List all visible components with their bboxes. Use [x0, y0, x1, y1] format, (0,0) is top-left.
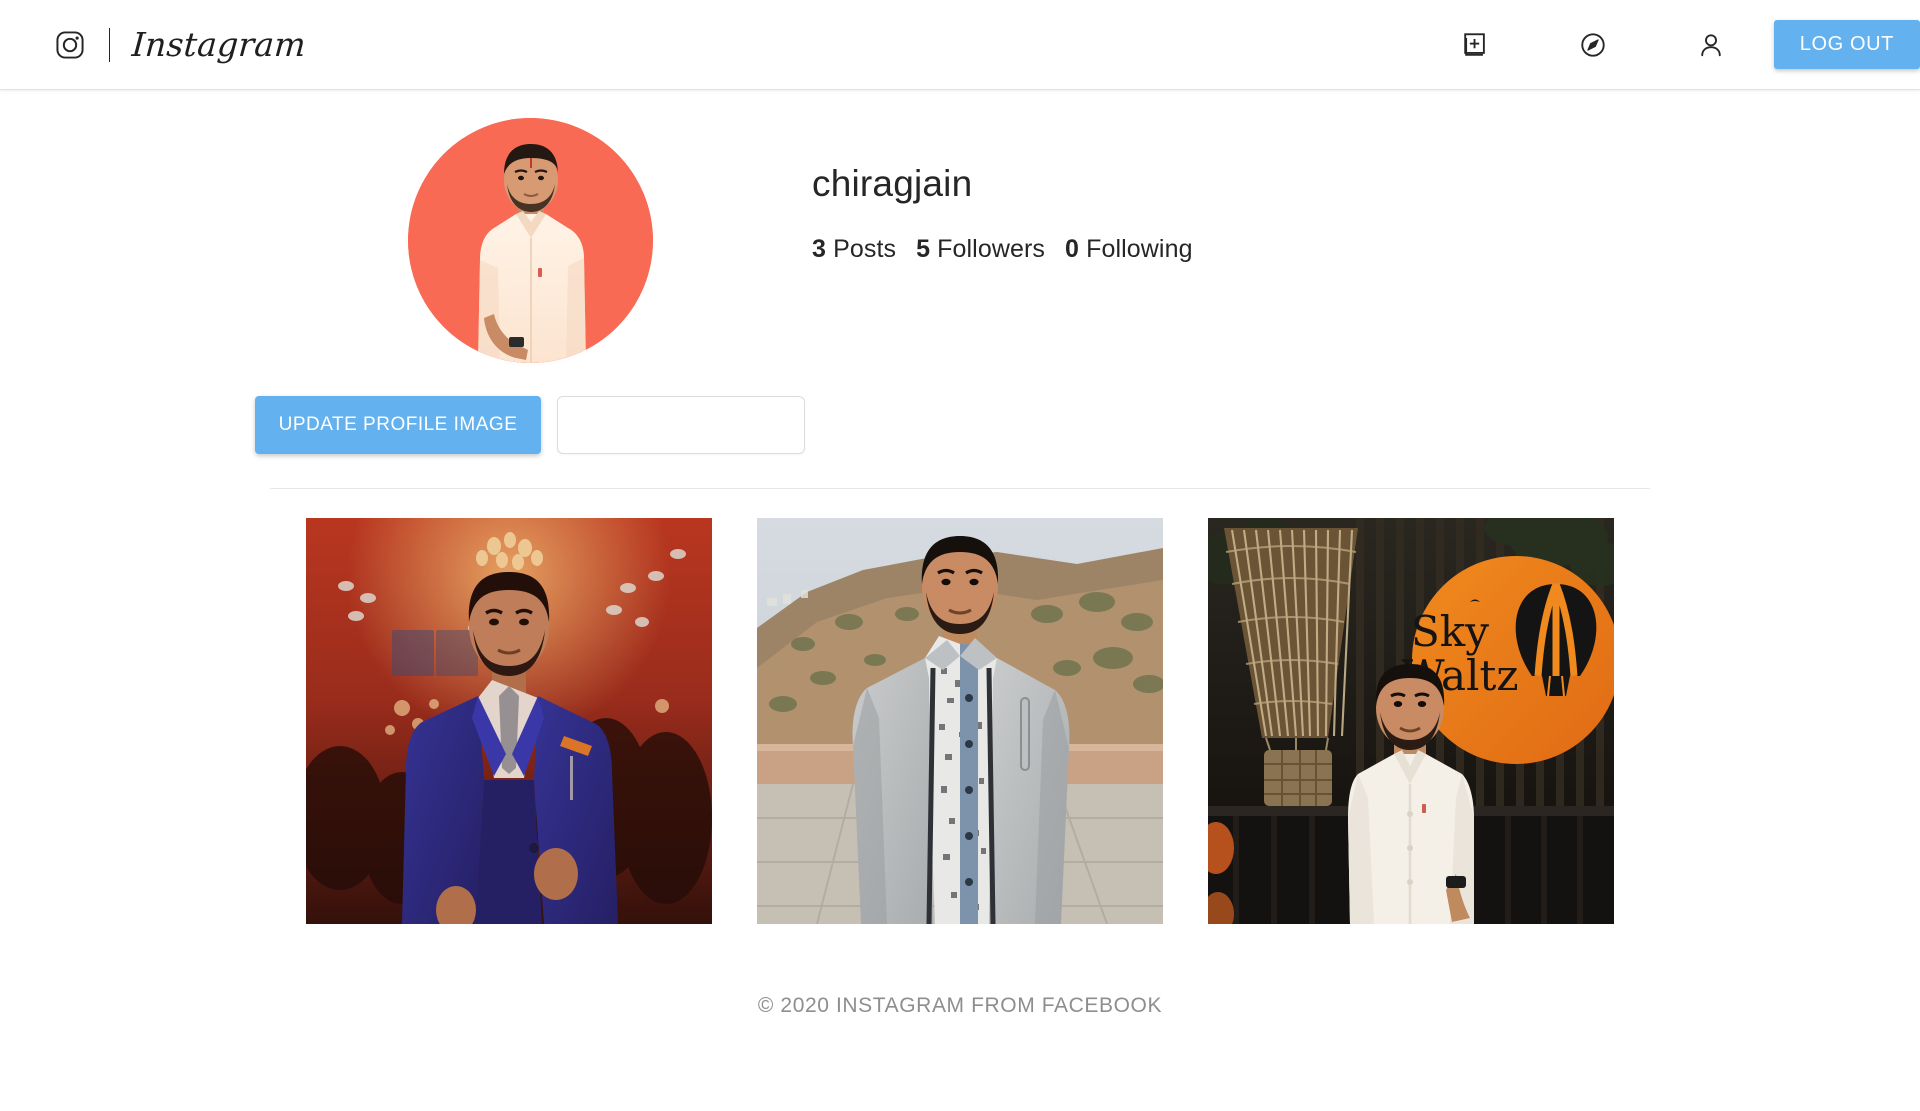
profile-button[interactable]: [1674, 0, 1748, 90]
update-profile-image-button[interactable]: UPDATE PROFILE IMAGE: [254, 396, 542, 454]
footer-copyright: © 2020 INSTAGRAM FROM FACEBOOK: [757, 994, 1163, 1017]
post-tile[interactable]: [306, 518, 712, 924]
posts-grid: Sky Waltz: [270, 518, 1650, 924]
profile-person-icon: [1697, 31, 1725, 59]
profile-header-section: UPDATE PROFILE IMAGE chiragjain 3 Posts …: [254, 116, 1650, 454]
instagram-wordmark: Instagram: [130, 25, 308, 64]
stat-followers-value: 5: [916, 234, 931, 263]
section-divider: [270, 488, 1650, 489]
profile-image-input[interactable]: [557, 396, 806, 454]
profile-left-column: UPDATE PROFILE IMAGE: [254, 116, 806, 454]
post-image-3: Sky Waltz: [1208, 518, 1614, 924]
new-post-button[interactable]: [1438, 0, 1512, 90]
post-tile[interactable]: [757, 518, 1163, 924]
stat-following-label: Following: [1086, 234, 1193, 263]
stat-posts-value: 3: [812, 234, 827, 263]
post-image-1: [306, 518, 712, 924]
explore-compass-icon: [1579, 31, 1607, 59]
brand-divider: [109, 27, 110, 62]
post-tile[interactable]: Sky Waltz: [1208, 518, 1614, 924]
svg-text:Sky: Sky: [1411, 607, 1489, 656]
stat-following-value: 0: [1065, 234, 1080, 263]
post-image-2: [757, 518, 1163, 924]
profile-stats: 3 Posts 5 Followers 0 Following: [812, 235, 1650, 264]
header-nav: LOG OUT: [1382, 0, 1920, 89]
new-post-icon: [1461, 31, 1489, 59]
stat-followers-label: Followers: [937, 234, 1046, 263]
app-header: Instagram LOG OUT: [0, 0, 1920, 90]
instagram-camera-icon: [55, 30, 85, 60]
stat-posts-label: Posts: [833, 234, 897, 263]
stat-following: 0 Following: [1065, 235, 1193, 264]
avatar-photo: [407, 118, 653, 363]
explore-button[interactable]: [1556, 0, 1630, 90]
avatar[interactable]: [407, 118, 653, 363]
stat-posts: 3 Posts: [812, 235, 896, 264]
profile-actions: UPDATE PROFILE IMAGE: [254, 396, 806, 454]
stat-followers: 5 Followers: [916, 235, 1045, 264]
profile-info: chiragjain 3 Posts 5 Followers 0 Followi…: [790, 116, 1650, 264]
page-title: chiragjain: [812, 163, 973, 204]
profile-page: UPDATE PROFILE IMAGE chiragjain 3 Posts …: [254, 90, 1650, 1018]
logout-button[interactable]: LOG OUT: [1773, 20, 1920, 69]
brand-logo[interactable]: Instagram: [55, 25, 308, 64]
